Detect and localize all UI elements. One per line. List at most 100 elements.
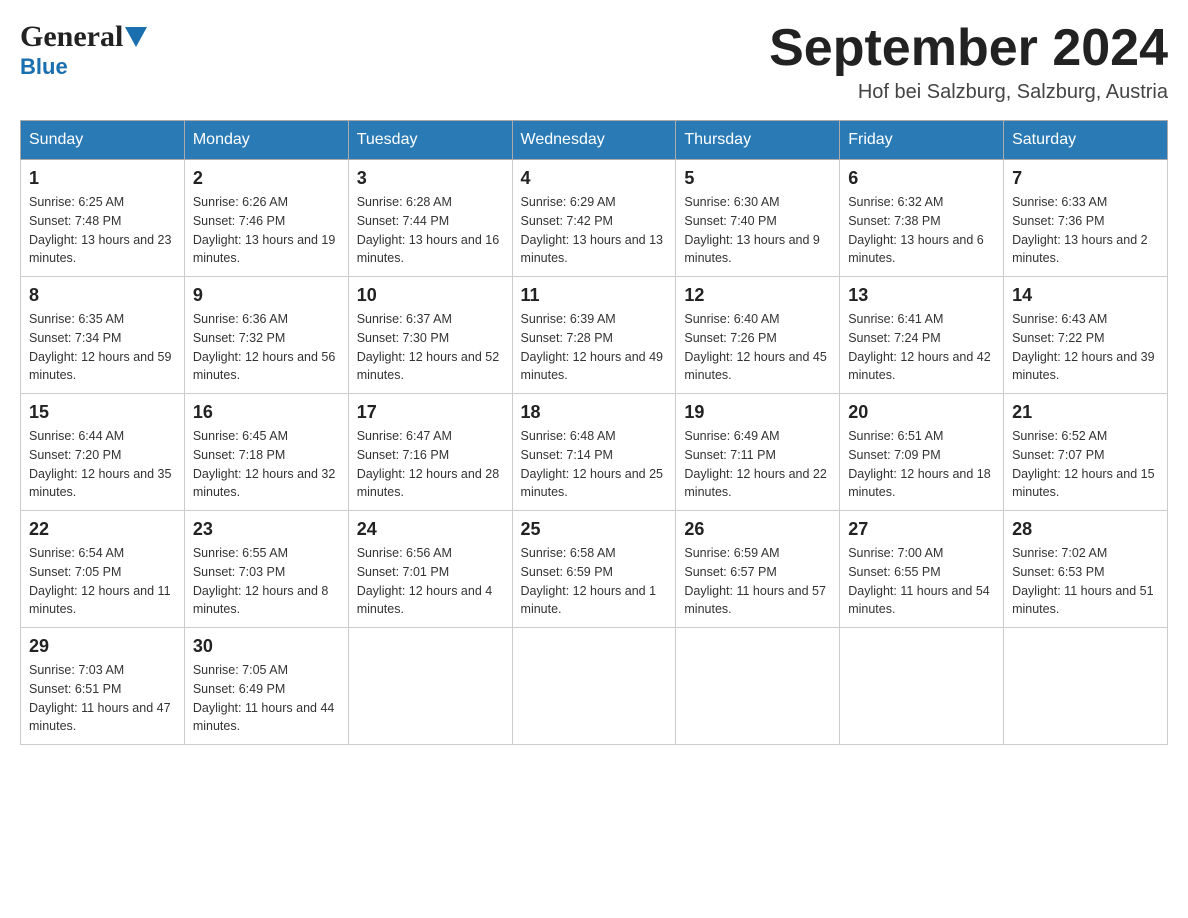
day-info: Sunrise: 6:36 AM Sunset: 7:32 PM Dayligh… (193, 310, 340, 385)
table-row: 17 Sunrise: 6:47 AM Sunset: 7:16 PM Dayl… (348, 394, 512, 511)
table-row: 4 Sunrise: 6:29 AM Sunset: 7:42 PM Dayli… (512, 160, 676, 277)
day-number: 20 (848, 402, 995, 423)
day-number: 22 (29, 519, 176, 540)
header-sunday: Sunday (21, 121, 185, 160)
table-row (840, 628, 1004, 745)
day-number: 4 (521, 168, 668, 189)
logo: General Blue (20, 20, 147, 80)
day-number: 18 (521, 402, 668, 423)
day-number: 2 (193, 168, 340, 189)
table-row: 15 Sunrise: 6:44 AM Sunset: 7:20 PM Dayl… (21, 394, 185, 511)
header-tuesday: Tuesday (348, 121, 512, 160)
day-number: 3 (357, 168, 504, 189)
table-row: 25 Sunrise: 6:58 AM Sunset: 6:59 PM Dayl… (512, 511, 676, 628)
day-info: Sunrise: 6:33 AM Sunset: 7:36 PM Dayligh… (1012, 193, 1159, 268)
day-number: 25 (521, 519, 668, 540)
day-number: 23 (193, 519, 340, 540)
table-row: 10 Sunrise: 6:37 AM Sunset: 7:30 PM Dayl… (348, 277, 512, 394)
day-info: Sunrise: 6:59 AM Sunset: 6:57 PM Dayligh… (684, 544, 831, 619)
table-row: 12 Sunrise: 6:40 AM Sunset: 7:26 PM Dayl… (676, 277, 840, 394)
day-info: Sunrise: 6:41 AM Sunset: 7:24 PM Dayligh… (848, 310, 995, 385)
day-number: 24 (357, 519, 504, 540)
day-info: Sunrise: 6:35 AM Sunset: 7:34 PM Dayligh… (29, 310, 176, 385)
table-row: 16 Sunrise: 6:45 AM Sunset: 7:18 PM Dayl… (184, 394, 348, 511)
table-row: 14 Sunrise: 6:43 AM Sunset: 7:22 PM Dayl… (1004, 277, 1168, 394)
title-section: September 2024 Hof bei Salzburg, Salzbur… (769, 20, 1168, 104)
table-row: 11 Sunrise: 6:39 AM Sunset: 7:28 PM Dayl… (512, 277, 676, 394)
logo-blue-text: Blue (20, 54, 68, 80)
day-number: 9 (193, 285, 340, 306)
location-text: Hof bei Salzburg, Salzburg, Austria (769, 81, 1168, 104)
table-row: 20 Sunrise: 6:51 AM Sunset: 7:09 PM Dayl… (840, 394, 1004, 511)
day-info: Sunrise: 6:32 AM Sunset: 7:38 PM Dayligh… (848, 193, 995, 268)
day-number: 1 (29, 168, 176, 189)
day-info: Sunrise: 6:37 AM Sunset: 7:30 PM Dayligh… (357, 310, 504, 385)
day-info: Sunrise: 6:48 AM Sunset: 7:14 PM Dayligh… (521, 427, 668, 502)
day-number: 11 (521, 285, 668, 306)
table-row: 30 Sunrise: 7:05 AM Sunset: 6:49 PM Dayl… (184, 628, 348, 745)
day-info: Sunrise: 7:05 AM Sunset: 6:49 PM Dayligh… (193, 661, 340, 736)
day-info: Sunrise: 6:54 AM Sunset: 7:05 PM Dayligh… (29, 544, 176, 619)
calendar-week-row: 29 Sunrise: 7:03 AM Sunset: 6:51 PM Dayl… (21, 628, 1168, 745)
header-wednesday: Wednesday (512, 121, 676, 160)
day-number: 13 (848, 285, 995, 306)
table-row (512, 628, 676, 745)
table-row: 29 Sunrise: 7:03 AM Sunset: 6:51 PM Dayl… (21, 628, 185, 745)
day-info: Sunrise: 6:44 AM Sunset: 7:20 PM Dayligh… (29, 427, 176, 502)
table-row: 7 Sunrise: 6:33 AM Sunset: 7:36 PM Dayli… (1004, 160, 1168, 277)
calendar-week-row: 22 Sunrise: 6:54 AM Sunset: 7:05 PM Dayl… (21, 511, 1168, 628)
day-info: Sunrise: 6:30 AM Sunset: 7:40 PM Dayligh… (684, 193, 831, 268)
header-thursday: Thursday (676, 121, 840, 160)
table-row: 24 Sunrise: 6:56 AM Sunset: 7:01 PM Dayl… (348, 511, 512, 628)
table-row: 19 Sunrise: 6:49 AM Sunset: 7:11 PM Dayl… (676, 394, 840, 511)
day-info: Sunrise: 6:29 AM Sunset: 7:42 PM Dayligh… (521, 193, 668, 268)
header-friday: Friday (840, 121, 1004, 160)
day-info: Sunrise: 7:02 AM Sunset: 6:53 PM Dayligh… (1012, 544, 1159, 619)
logo-triangle-icon (125, 27, 147, 49)
calendar-week-row: 1 Sunrise: 6:25 AM Sunset: 7:48 PM Dayli… (21, 160, 1168, 277)
day-number: 10 (357, 285, 504, 306)
day-number: 12 (684, 285, 831, 306)
day-info: Sunrise: 6:49 AM Sunset: 7:11 PM Dayligh… (684, 427, 831, 502)
table-row: 13 Sunrise: 6:41 AM Sunset: 7:24 PM Dayl… (840, 277, 1004, 394)
table-row: 21 Sunrise: 6:52 AM Sunset: 7:07 PM Dayl… (1004, 394, 1168, 511)
table-row (676, 628, 840, 745)
day-number: 15 (29, 402, 176, 423)
day-number: 27 (848, 519, 995, 540)
logo-general-text: General (20, 20, 123, 54)
day-number: 17 (357, 402, 504, 423)
day-info: Sunrise: 6:39 AM Sunset: 7:28 PM Dayligh… (521, 310, 668, 385)
table-row: 27 Sunrise: 7:00 AM Sunset: 6:55 PM Dayl… (840, 511, 1004, 628)
table-row: 23 Sunrise: 6:55 AM Sunset: 7:03 PM Dayl… (184, 511, 348, 628)
table-row: 28 Sunrise: 7:02 AM Sunset: 6:53 PM Dayl… (1004, 511, 1168, 628)
calendar-week-row: 8 Sunrise: 6:35 AM Sunset: 7:34 PM Dayli… (21, 277, 1168, 394)
table-row: 1 Sunrise: 6:25 AM Sunset: 7:48 PM Dayli… (21, 160, 185, 277)
month-title: September 2024 (769, 20, 1168, 77)
weekday-header-row: Sunday Monday Tuesday Wednesday Thursday… (21, 121, 1168, 160)
table-row: 26 Sunrise: 6:59 AM Sunset: 6:57 PM Dayl… (676, 511, 840, 628)
calendar-table: Sunday Monday Tuesday Wednesday Thursday… (20, 120, 1168, 745)
day-info: Sunrise: 6:58 AM Sunset: 6:59 PM Dayligh… (521, 544, 668, 619)
day-info: Sunrise: 6:28 AM Sunset: 7:44 PM Dayligh… (357, 193, 504, 268)
day-info: Sunrise: 7:00 AM Sunset: 6:55 PM Dayligh… (848, 544, 995, 619)
day-number: 16 (193, 402, 340, 423)
table-row: 22 Sunrise: 6:54 AM Sunset: 7:05 PM Dayl… (21, 511, 185, 628)
day-number: 8 (29, 285, 176, 306)
table-row: 2 Sunrise: 6:26 AM Sunset: 7:46 PM Dayli… (184, 160, 348, 277)
day-info: Sunrise: 6:47 AM Sunset: 7:16 PM Dayligh… (357, 427, 504, 502)
table-row: 6 Sunrise: 6:32 AM Sunset: 7:38 PM Dayli… (840, 160, 1004, 277)
calendar-week-row: 15 Sunrise: 6:44 AM Sunset: 7:20 PM Dayl… (21, 394, 1168, 511)
day-info: Sunrise: 6:55 AM Sunset: 7:03 PM Dayligh… (193, 544, 340, 619)
page-header: General Blue September 2024 Hof bei Salz… (20, 20, 1168, 104)
day-info: Sunrise: 6:25 AM Sunset: 7:48 PM Dayligh… (29, 193, 176, 268)
table-row: 18 Sunrise: 6:48 AM Sunset: 7:14 PM Dayl… (512, 394, 676, 511)
table-row: 8 Sunrise: 6:35 AM Sunset: 7:34 PM Dayli… (21, 277, 185, 394)
day-info: Sunrise: 6:56 AM Sunset: 7:01 PM Dayligh… (357, 544, 504, 619)
day-info: Sunrise: 6:45 AM Sunset: 7:18 PM Dayligh… (193, 427, 340, 502)
day-number: 5 (684, 168, 831, 189)
day-number: 7 (1012, 168, 1159, 189)
day-info: Sunrise: 7:03 AM Sunset: 6:51 PM Dayligh… (29, 661, 176, 736)
day-number: 30 (193, 636, 340, 657)
day-number: 14 (1012, 285, 1159, 306)
table-row (348, 628, 512, 745)
